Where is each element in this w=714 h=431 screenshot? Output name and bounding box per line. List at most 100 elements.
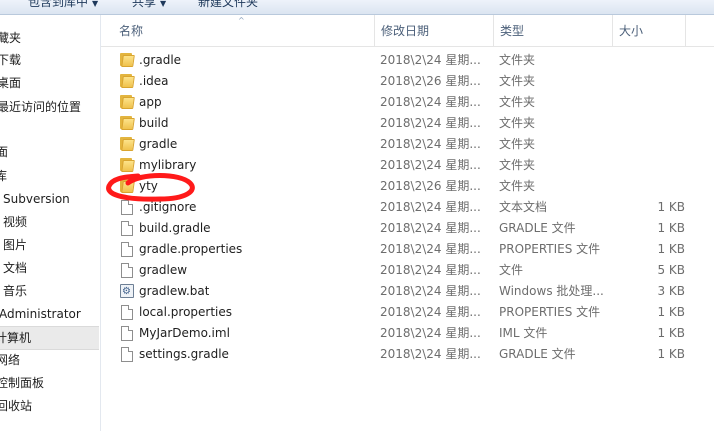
include-in-library-button[interactable]: 包含到库中 ▼ [28,0,98,10]
file-name: build.gradle [139,221,211,235]
table-row[interactable]: mylibrary 2018\2\24 星期... 文件夹 [101,155,714,176]
file-name: gradlew.bat [139,284,210,298]
file-modified-date: 2018\2\24 星期... [380,326,481,340]
file-size [621,113,685,134]
sidebar-item-network[interactable]: 网络 [0,349,20,371]
sidebar-item-administrator[interactable]: Administrator [0,303,81,325]
table-row[interactable]: app 2018\2\24 星期... 文件夹 [101,92,714,113]
sidebar-item-favorites[interactable]: 藏夹 [0,27,21,49]
folder-icon [119,116,135,131]
file-name: build [139,116,169,130]
folder-icon [119,179,135,194]
table-row[interactable]: build.gradle 2018\2\24 星期... GRADLE 文件 1 KB [101,218,714,239]
sidebar-item-label: 藏夹 [0,31,22,45]
file-type: Windows 批处理... [499,284,604,298]
file-modified-date: 2018\2\24 星期... [380,53,481,67]
file-name: settings.gradle [139,347,229,361]
table-row[interactable]: local.properties 2018\2\24 星期... PROPERTIE… [101,302,714,323]
file-name: local.properties [139,305,233,319]
file-size: 3 KB [657,284,685,298]
file-modified-date: 2018\2\24 星期... [380,347,481,361]
share-button[interactable]: 共享 ▼ [132,0,166,10]
file-icon [121,326,133,341]
table-row[interactable]: .gitignore 2018\2\24 星期... 文本文档 1 KB [101,197,714,218]
file-modified-date: 2018\2\24 星期... [380,221,481,235]
sidebar-item-label: 图片 [3,238,28,252]
column-header-date[interactable]: 修改日期 [375,15,494,46]
chevron-down-icon: ▼ [160,0,167,8]
table-row[interactable]: gradlew 2018\2\24 星期... 文件 5 KB [101,260,714,281]
file-size: 1 KB [657,305,685,319]
file-size [621,176,685,197]
command-bar: 包含到库中 ▼ 共享 ▼ 新建文件夹 [0,0,714,15]
sidebar-item-label: 库 [0,169,8,183]
sidebar-item-documents[interactable]: 文档 [3,257,27,279]
file-modified-date: 2018\2\26 星期... [380,179,481,193]
file-type: 文件夹 [499,179,536,193]
file-size [621,155,685,176]
file-type: PROPERTIES 文件 [499,305,601,319]
file-size: 1 KB [657,347,685,361]
file-type: 文件夹 [499,74,536,88]
column-header-label: 类型 [500,24,525,38]
file-modified-date: 2018\2\24 星期... [380,200,481,214]
share-label: 共享 [132,0,157,9]
file-size: 1 KB [657,326,685,340]
sidebar-item-computer[interactable]: 计算机 [0,326,99,350]
file-type: 文件夹 [499,53,536,67]
column-header-name[interactable]: 名称 [113,15,375,46]
sidebar-item-label: 音乐 [3,284,28,298]
include-in-library-label: 包含到库中 [28,0,89,9]
file-modified-date: 2018\2\24 星期... [380,158,481,172]
table-row[interactable]: build 2018\2\24 星期... 文件夹 [101,113,714,134]
file-type: 文件夹 [499,116,536,130]
folder-icon [119,74,135,89]
table-row[interactable]: gradle.properties 2018\2\24 星期... PROPERTI… [101,239,714,260]
file-type: 文件夹 [499,158,536,172]
table-row[interactable]: gradlew.bat 2018\2\24 星期... Windows 批处理...… [101,281,714,302]
file-modified-date: 2018\2\24 星期... [380,305,481,319]
table-row[interactable]: yty 2018\2\26 星期... 文件夹 [101,176,714,197]
file-name: MyJarDemo.iml [139,326,230,340]
new-folder-button[interactable]: 新建文件夹 [198,0,258,10]
navigation-pane: 藏夹 下载 桌面 最近访问的位置 面 库 Subversion 视频 图片 文档… [0,15,101,431]
sidebar-item-recycle-bin[interactable]: 回收站 [0,395,32,417]
file-icon [121,347,133,362]
sidebar-item-recent-places[interactable]: 最近访问的位置 [0,96,81,118]
file-name: mylibrary [139,158,197,172]
column-header-size[interactable]: 大小 [613,15,686,46]
column-header-label: 名称 [119,24,144,38]
sidebar-item-label: 网络 [0,353,21,367]
sidebar-item-downloads[interactable]: 下载 [0,49,21,71]
file-type: 文本文档 [499,200,548,214]
sidebar-item-subversion[interactable]: Subversion [3,188,70,210]
sidebar-item-label: 下载 [0,53,22,67]
sidebar-item-label: 计算机 [0,331,32,345]
table-row[interactable]: settings.gradle 2018\2\24 星期... GRADLE 文件 1… [101,344,714,365]
file-size: 1 KB [657,242,685,256]
sidebar-item-label: 文档 [3,261,28,275]
sidebar-item-pictures[interactable]: 图片 [3,234,27,256]
table-row[interactable]: .idea 2018\2\26 星期... 文件夹 [101,71,714,92]
sidebar-item-desktop-root[interactable]: 面 [0,141,8,163]
sidebar-item-libraries[interactable]: 库 [0,165,7,187]
table-row[interactable]: MyJarDemo.iml 2018\2\24 星期... IML 文件 1 KB [101,323,714,344]
file-size: 1 KB [657,200,685,214]
file-type: IML 文件 [499,326,548,340]
sidebar-item-label: 控制面板 [0,376,45,390]
file-type: GRADLE 文件 [499,221,576,235]
batch-file-icon [120,281,134,302]
folder-icon [119,158,135,173]
file-icon [121,242,133,257]
sidebar-item-control-panel[interactable]: 控制面板 [0,372,44,394]
table-row[interactable]: .gradle 2018\2\24 星期... 文件夹 [101,50,714,71]
folder-icon [119,137,135,152]
sidebar-item-videos[interactable]: 视频 [3,211,27,233]
sidebar-item-music[interactable]: 音乐 [3,280,27,302]
column-header-type[interactable]: 类型 [494,15,613,46]
sidebar-item-label: 视频 [3,215,28,229]
file-type: 文件 [499,263,524,277]
chevron-down-icon: ▼ [92,0,99,8]
table-row[interactable]: gradle 2018\2\24 星期... 文件夹 [101,134,714,155]
sidebar-item-desktop[interactable]: 桌面 [0,72,21,94]
